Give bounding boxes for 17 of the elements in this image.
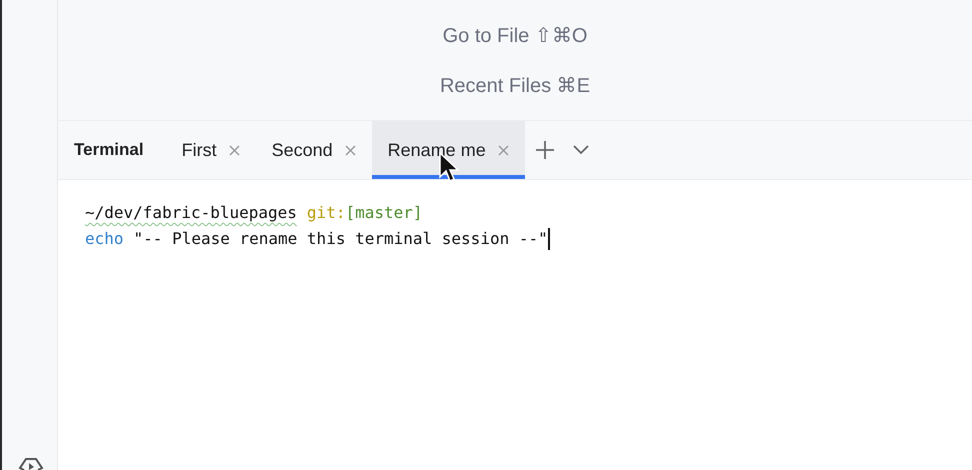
text-caret (548, 228, 550, 250)
shortcut-hint: Go to File ⇧⌘O (442, 24, 588, 48)
hexagon-icon[interactable] (18, 458, 44, 470)
panel-title: Terminal (74, 140, 144, 160)
terminal-text: echo (85, 228, 124, 250)
shortcut-hint: Recent Files ⌘E (440, 74, 590, 98)
terminal-tab[interactable]: Rename me (372, 121, 525, 179)
terminal-text: ~/dev/fabric-bluepages (85, 202, 297, 224)
terminal-text: "-- Please rename this terminal session --" (134, 228, 548, 250)
add-icon[interactable] (534, 140, 555, 160)
close-icon[interactable] (344, 144, 356, 156)
chevron-down-icon[interactable] (572, 145, 589, 155)
terminal-text: [master] (345, 202, 423, 224)
terminal-tab[interactable]: Second (256, 121, 372, 179)
terminal-text: git: (306, 202, 346, 224)
close-icon[interactable] (228, 144, 240, 156)
terminal-tab[interactable]: First (166, 121, 256, 179)
